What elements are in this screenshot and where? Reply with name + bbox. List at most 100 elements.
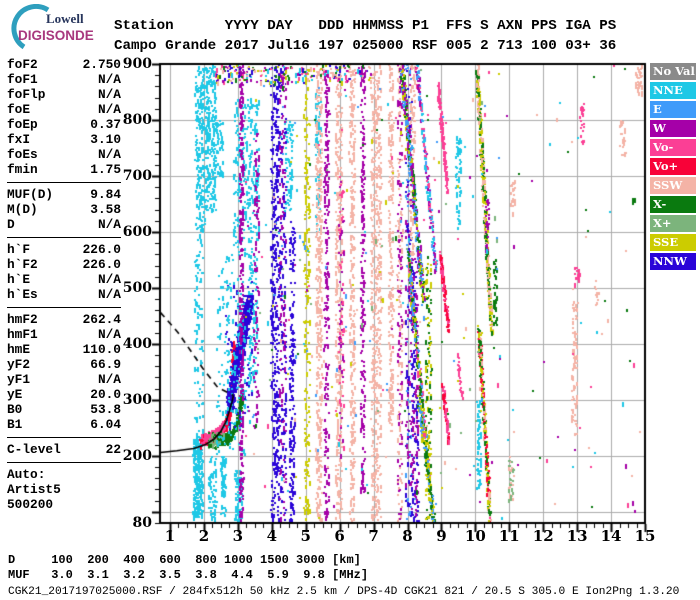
param-value: 3.58	[90, 202, 121, 217]
param-value: 262.4	[83, 312, 121, 327]
param-value: N/A	[98, 372, 121, 387]
param-row: h`F 226.0	[7, 242, 121, 257]
param-row: hmF2262.4	[7, 312, 121, 327]
param-separator	[7, 437, 121, 438]
param-row: C-level 22	[7, 442, 121, 457]
param-row: foFlp N/A	[7, 87, 121, 102]
param-row: B0 53.8	[7, 402, 121, 417]
param-separator	[7, 237, 121, 238]
param-value: N/A	[98, 102, 121, 117]
param-separator	[7, 182, 121, 183]
param-separator	[7, 462, 121, 463]
parameter-panel: foF22.750foF1N/AfoFlpN/AfoEN/AfoEp0.37fx…	[7, 57, 121, 512]
param-row: yF1 N/A	[7, 372, 121, 387]
param-value: 53.8	[90, 402, 121, 417]
param-row: B1 6.04	[7, 417, 121, 432]
param-label: hmE	[7, 342, 30, 357]
param-row: foF22.750	[7, 57, 121, 72]
param-row: yE20.0	[7, 387, 121, 402]
param-value: N/A	[98, 327, 121, 342]
param-label: h`F	[7, 242, 30, 257]
param-value: N/A	[98, 87, 121, 102]
param-label: yF1	[7, 372, 30, 387]
param-row: MUF(D) 9.84	[7, 187, 121, 202]
param-row: hmF1 N/A	[7, 327, 121, 342]
header-fields-line: Station YYYY DAY DDD HHMMSS P1 FFS S AXN…	[114, 16, 616, 36]
station-header: Station YYYY DAY DDD HHMMSS P1 FFS S AXN…	[114, 16, 616, 56]
param-row: Artist5	[7, 482, 121, 497]
param-value: 66.9	[90, 357, 121, 372]
logo-digisonde-text: DIGISONDE	[18, 28, 94, 43]
param-row: foF1 N/A	[7, 72, 121, 87]
param-value: N/A	[98, 272, 121, 287]
param-label: Artist5	[7, 482, 61, 497]
legend-item: Vo-	[650, 139, 696, 156]
param-value: 226.0	[83, 242, 121, 257]
param-label: fmin	[7, 162, 38, 177]
distance-row: D 100 200 400 600 800 1000 1500 3000 [km…	[8, 553, 679, 568]
param-value: N/A	[98, 72, 121, 87]
file-info-line: CGK21_2017197025000.RSF / 284fx512h 50 k…	[8, 586, 679, 598]
param-row: hmE 110.0	[7, 342, 121, 357]
param-row: foEp 0.37	[7, 117, 121, 132]
param-label: 500200	[7, 497, 53, 512]
param-row: 500200	[7, 497, 121, 512]
header-values-line: Campo Grande 2017 Jul16 197 025000 RSF 0…	[114, 36, 616, 56]
param-value: 0.37	[90, 117, 121, 132]
param-label: foEp	[7, 117, 38, 132]
param-label: B0	[7, 402, 22, 417]
param-label: MUF(D)	[7, 187, 53, 202]
param-label: B1	[7, 417, 22, 432]
param-value: 20.0	[90, 387, 121, 402]
muf-row: MUF 3.0 3.1 3.2 3.5 3.8 4.4 5.9 9.8 [MHz…	[8, 568, 679, 583]
param-value: 3.10	[90, 132, 121, 147]
param-row: foEs N/A	[7, 147, 121, 162]
footer-block: D 100 200 400 600 800 1000 1500 3000 [km…	[8, 553, 679, 598]
param-label: h`Es	[7, 287, 38, 302]
lowell-digisonde-logo: Lowell DIGISONDE	[6, 4, 114, 52]
param-label: h`E	[7, 272, 30, 287]
param-row: foE N/A	[7, 102, 121, 117]
param-value: 22	[106, 442, 121, 457]
param-label: hmF1	[7, 327, 38, 342]
legend-item: NNW	[650, 253, 696, 270]
param-row: Auto:	[7, 467, 121, 482]
param-value: 6.04	[90, 417, 121, 432]
legend-item: X-	[650, 196, 696, 213]
param-value: N/A	[98, 147, 121, 162]
param-separator	[7, 307, 121, 308]
legend-item: SSE	[650, 234, 696, 251]
param-row: h`E N/A	[7, 272, 121, 287]
legend-item: NNE	[650, 82, 696, 99]
param-row: fxI 3.10	[7, 132, 121, 147]
legend-item: E	[650, 101, 696, 118]
param-row: h`Es N/A	[7, 287, 121, 302]
param-label: C-level	[7, 442, 61, 457]
echo-direction-legend: No ValNNEEWVo-Vo+SSWX-X+SSENNW	[650, 63, 696, 272]
param-value: 9.84	[90, 187, 121, 202]
param-label: M(D)	[7, 202, 38, 217]
param-label: Auto:	[7, 467, 45, 482]
param-row: fmin 1.75	[7, 162, 121, 177]
param-label: D	[7, 217, 15, 232]
param-row: h`F2 226.0	[7, 257, 121, 272]
digisonde-ionogram-viewer: { "logo": {"line1": "Lowell", "line2": "…	[0, 0, 700, 600]
param-label: fxI	[7, 132, 30, 147]
param-row: yF266.9	[7, 357, 121, 372]
param-label: foF2	[7, 57, 38, 72]
legend-item: SSW	[650, 177, 696, 194]
param-value: N/A	[98, 217, 121, 232]
legend-item: No Val	[650, 63, 696, 80]
param-row: M(D) 3.58	[7, 202, 121, 217]
legend-item: W	[650, 120, 696, 137]
param-value: N/A	[98, 287, 121, 302]
logo-lowell-text: Lowell	[46, 11, 84, 26]
param-value: 110.0	[83, 342, 121, 357]
param-label: foFlp	[7, 87, 45, 102]
param-label: foE	[7, 102, 30, 117]
param-label: foEs	[7, 147, 38, 162]
param-label: foF1	[7, 72, 38, 87]
param-label: h`F2	[7, 257, 38, 272]
param-value: 1.75	[90, 162, 121, 177]
param-value: 226.0	[83, 257, 121, 272]
